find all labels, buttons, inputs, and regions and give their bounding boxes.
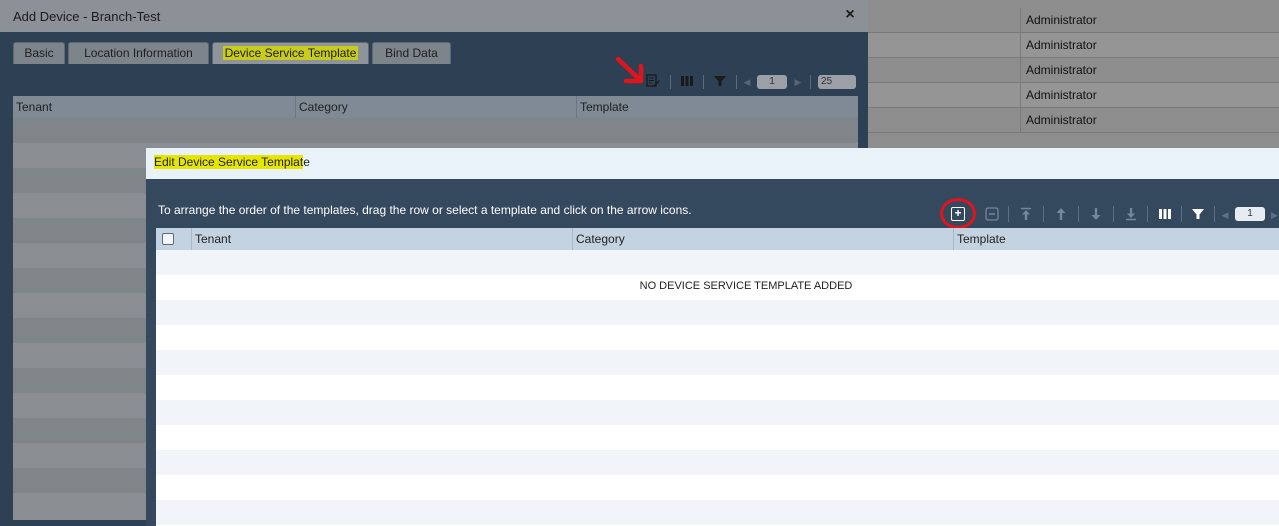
role-cell: Administrator <box>1020 33 1279 58</box>
annotation-circle <box>940 198 976 229</box>
close-icon[interactable]: × <box>842 7 858 23</box>
toolbar-divider <box>1078 206 1079 222</box>
col-category[interactable]: Category <box>572 228 953 250</box>
table-row[interactable]: Administrator <box>868 83 1279 108</box>
tab-bind-data[interactable]: Bind Data <box>372 42 451 64</box>
move-to-top-icon[interactable] <box>1018 207 1034 223</box>
role-cell: Administrator <box>1020 83 1279 108</box>
service-template-grid: Tenant Category Template NO DEVICE SERVI… <box>156 228 1279 526</box>
table-row <box>156 450 1279 475</box>
col-template[interactable]: Template <box>953 228 1279 250</box>
table-row[interactable]: Administrator <box>868 58 1279 83</box>
columns-icon[interactable] <box>679 74 695 90</box>
table-row <box>156 425 1279 450</box>
role-cell: Administrator <box>1020 58 1279 83</box>
table-row <box>156 400 1279 425</box>
grid-header: Tenant Category Template <box>156 228 1279 250</box>
table-row <box>156 350 1279 375</box>
dialog-title-rest: e <box>303 155 310 169</box>
table-row <box>156 375 1279 400</box>
move-up-icon[interactable] <box>1053 207 1069 223</box>
tab-label: Basic <box>24 46 54 60</box>
tab-location-information[interactable]: Location Information <box>68 42 209 64</box>
move-down-icon[interactable] <box>1088 207 1104 223</box>
role-cell: Administrator <box>1020 108 1279 133</box>
instructions-text: To arrange the order of the templates, d… <box>158 203 692 217</box>
tab-label: Device Service Template <box>222 46 359 60</box>
tab-device-service-template[interactable]: Device Service Template <box>212 42 369 64</box>
remove-icon[interactable] <box>984 207 1000 223</box>
col-tenant[interactable]: Tenant <box>191 228 572 250</box>
dialog-titlebar: Add Device - Branch-Test × <box>0 0 868 32</box>
move-to-bottom-icon[interactable] <box>1123 207 1139 223</box>
toolbar-divider <box>670 75 671 89</box>
dialog-titlebar: Edit Device Service Template <box>146 148 1279 179</box>
tab-label: Bind Data <box>385 46 438 60</box>
prev-page-icon[interactable]: ◀ <box>742 74 752 90</box>
dialog-title-highlighted: Edit Device Service Templat <box>154 155 304 169</box>
annotation-arrow <box>615 56 644 84</box>
toolbar-divider <box>1043 206 1044 222</box>
dialog-title: Edit Device Service Template <box>154 155 310 169</box>
tab-label: Location Information <box>84 46 193 60</box>
page-number-input[interactable]: 1 <box>1235 207 1265 221</box>
col-template[interactable]: Template <box>576 96 858 118</box>
toolbar-divider <box>1214 206 1215 222</box>
toolbar-divider <box>1147 206 1148 222</box>
table-row <box>13 118 858 143</box>
col-tenant[interactable]: Tenant <box>13 96 295 118</box>
role-cell: Administrator <box>1020 8 1279 33</box>
page-size-select[interactable]: 25 <box>818 75 856 89</box>
toolbar-divider <box>703 75 704 89</box>
toolbar-divider <box>1113 206 1114 222</box>
toolbar-divider <box>1181 206 1182 222</box>
next-page-icon[interactable]: ▶ <box>793 74 803 90</box>
prev-page-icon[interactable]: ◀ <box>1220 207 1230 223</box>
select-all-checkbox[interactable] <box>162 233 174 245</box>
table-row <box>156 250 1279 275</box>
empty-message: NO DEVICE SERVICE TEMPLATE ADDED <box>639 280 853 292</box>
background-table: Administrator Administrator Administrato… <box>868 0 1279 150</box>
col-category[interactable]: Category <box>295 96 576 118</box>
next-page-icon[interactable]: ▶ <box>1270 207 1279 223</box>
table-row[interactable]: Administrator <box>868 108 1279 133</box>
edit-device-service-template-dialog: Edit Device Service Template To arrange … <box>146 148 1279 526</box>
table-row[interactable]: Administrator <box>868 33 1279 58</box>
outer-toolbar: ◀ 1 ▶ 25 <box>0 72 868 92</box>
table-row <box>156 325 1279 350</box>
table-row[interactable]: Administrator <box>868 8 1279 33</box>
filter-icon[interactable] <box>1190 207 1206 223</box>
toolbar-divider <box>810 75 811 89</box>
page-number-input[interactable]: 1 <box>757 75 787 89</box>
grid-header: Tenant Category Template <box>13 96 858 118</box>
toolbar-divider <box>1008 206 1009 222</box>
dialog-title: Add Device - Branch-Test <box>13 9 161 24</box>
table-row <box>156 475 1279 500</box>
tab-basic[interactable]: Basic <box>13 42 65 64</box>
filter-icon[interactable] <box>712 74 728 90</box>
table-row <box>156 500 1279 525</box>
toolbar-divider <box>736 75 737 89</box>
columns-icon[interactable] <box>1157 207 1173 223</box>
table-row <box>156 300 1279 325</box>
